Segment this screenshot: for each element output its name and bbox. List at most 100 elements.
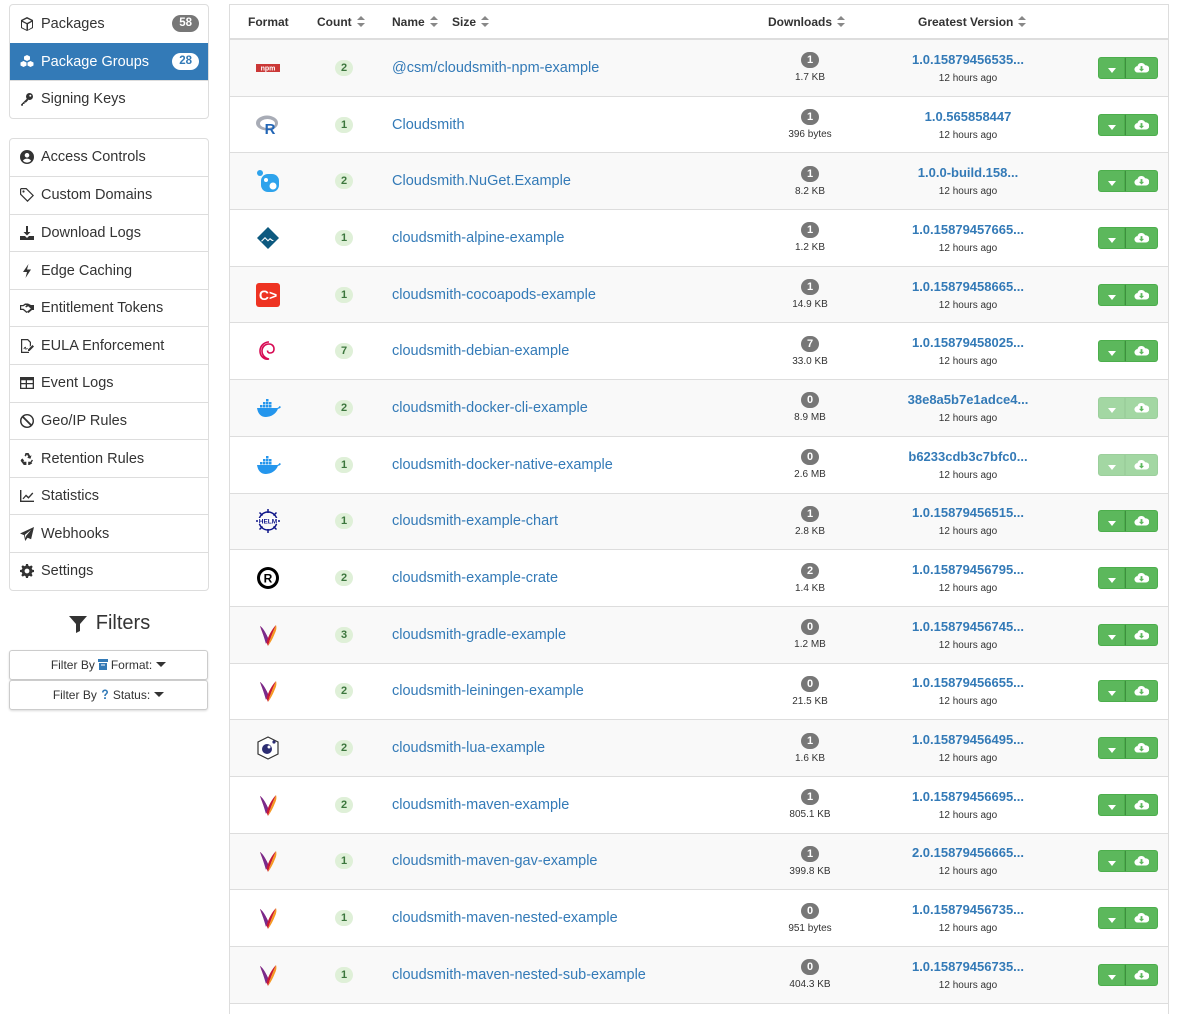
download-button[interactable] <box>1125 623 1158 646</box>
version-cell: 1.0.565858447 12 hours ago <box>888 97 1048 153</box>
dropdown-toggle-button[interactable] <box>1098 737 1125 760</box>
download-button[interactable] <box>1125 340 1158 363</box>
dropdown-toggle-button[interactable] <box>1098 907 1125 930</box>
download-button[interactable] <box>1125 226 1158 249</box>
package-group-link[interactable]: cloudsmith-maven-nested-sub-example <box>392 967 646 983</box>
version-link[interactable]: 2.0.15879456665... <box>912 845 1024 860</box>
version-link[interactable]: 1.0.565858447 <box>925 109 1012 124</box>
version-link[interactable]: 1.0.15879456515... <box>912 505 1024 520</box>
version-link[interactable]: 38e8a5b7e1adce4... <box>908 392 1029 407</box>
filter-status-button[interactable]: Filter By Status: <box>9 679 208 710</box>
sidebar-item-statistics[interactable]: Statistics <box>10 476 208 515</box>
dropdown-toggle-button[interactable] <box>1098 963 1125 986</box>
package-group-link[interactable]: cloudsmith-gradle-example <box>392 627 566 643</box>
package-group-link[interactable]: cloudsmith-maven-nested-example <box>392 910 618 926</box>
download-button[interactable] <box>1125 737 1158 760</box>
dropdown-toggle-button[interactable] <box>1098 170 1125 193</box>
size-text: 2.6 MB <box>794 469 826 481</box>
version-link[interactable]: 1.0.15879456495... <box>912 732 1024 747</box>
sidebar-item-webhooks[interactable]: Webhooks <box>10 514 208 552</box>
sidebar-item-event-logs[interactable]: Event Logs <box>10 364 208 402</box>
download-button[interactable] <box>1125 907 1158 930</box>
version-link[interactable]: 1.0.15879458025... <box>912 335 1024 350</box>
dropdown-toggle-button[interactable] <box>1098 113 1125 136</box>
timestamp: 12 hours ago <box>938 753 998 765</box>
package-group-link[interactable]: @csm/cloudsmith-npm-example <box>392 60 599 76</box>
dropdown-toggle-button[interactable] <box>1098 567 1125 590</box>
download-button[interactable] <box>1125 56 1158 79</box>
sidebar-item-geo-ip-rules[interactable]: Geo/IP Rules <box>10 401 208 440</box>
dropdown-toggle-button[interactable] <box>1098 793 1125 816</box>
package-group-link[interactable]: cloudsmith-example-crate <box>392 570 558 586</box>
dropdown-toggle-button[interactable] <box>1098 226 1125 249</box>
version-link[interactable]: 1.0.15879456735... <box>912 902 1024 917</box>
download-button[interactable] <box>1125 850 1158 873</box>
version-link[interactable]: 1.0.15879456735... <box>912 959 1024 974</box>
version-cell: 1.0.15879456795... 12 hours ago <box>888 550 1048 606</box>
package-group-link[interactable]: cloudsmith-alpine-example <box>392 230 564 246</box>
package-group-link[interactable]: cloudsmith-docker-native-example <box>392 457 613 473</box>
version-link[interactable]: 1.0.15879456745... <box>912 619 1024 634</box>
sidebar-item-edge-caching[interactable]: Edge Caching <box>10 251 208 289</box>
version-link[interactable]: 1.0.15879456655... <box>912 675 1024 690</box>
package-group-link[interactable]: Cloudsmith.NuGet.Example <box>392 173 571 189</box>
filter-format-button[interactable]: Filter By Format: <box>9 649 208 680</box>
header-count[interactable]: Count <box>317 15 365 29</box>
cloud-download-icon <box>1134 173 1150 189</box>
dropdown-toggle-button[interactable] <box>1098 283 1125 306</box>
version-link[interactable]: 1.0.0-build.158... <box>918 165 1018 180</box>
download-button[interactable] <box>1125 510 1158 533</box>
dropdown-toggle-button[interactable] <box>1098 396 1125 419</box>
sidebar-item-retention-rules[interactable]: Retention Rules <box>10 439 208 477</box>
dropdown-toggle-button[interactable] <box>1098 453 1125 476</box>
download-button[interactable] <box>1125 793 1158 816</box>
dropdown-toggle-button[interactable] <box>1098 680 1125 703</box>
dropdown-toggle-button[interactable] <box>1098 850 1125 873</box>
package-group-link[interactable]: cloudsmith-debian-example <box>392 343 569 359</box>
package-group-link[interactable]: Cloudsmith <box>392 117 465 133</box>
sidebar-item-custom-domains[interactable]: Custom Domains <box>10 176 208 214</box>
header-size[interactable]: Size <box>452 15 490 29</box>
table-row: 2 cloudsmith-docker-cli-example 0 8.9 MB 38e… <box>230 380 1168 437</box>
package-group-link[interactable]: cloudsmith-example-chart <box>392 513 558 529</box>
package-group-link[interactable]: cloudsmith-maven-example <box>392 797 569 813</box>
sidebar-item-packages[interactable]: Packages 58 <box>10 5 208 43</box>
download-button[interactable] <box>1125 453 1158 476</box>
download-button[interactable] <box>1125 963 1158 986</box>
download-button[interactable] <box>1125 283 1158 306</box>
version-link[interactable]: 1.0.15879457665... <box>912 222 1024 237</box>
sidebar-item-settings[interactable]: Settings <box>10 552 208 590</box>
cloud-download-icon <box>1134 740 1150 756</box>
header-downloads[interactable]: Downloads <box>768 15 846 29</box>
package-group-link[interactable]: cloudsmith-docker-cli-example <box>392 400 588 416</box>
package-group-link[interactable]: cloudsmith-maven-gav-example <box>392 853 598 869</box>
version-link[interactable]: 1.0.15879456795... <box>912 562 1024 577</box>
sidebar-item-access-controls[interactable]: Access Controls <box>10 139 208 177</box>
nuget-logo-icon <box>248 153 288 209</box>
sidebar-item-download-logs[interactable]: Download Logs <box>10 213 208 252</box>
download-button[interactable] <box>1125 113 1158 136</box>
sidebar-item-eula-enforcement[interactable]: EULA Enforcement <box>10 326 208 364</box>
package-group-link[interactable]: cloudsmith-cocoapods-example <box>392 287 596 303</box>
dropdown-toggle-button[interactable] <box>1098 56 1125 79</box>
package-group-link[interactable]: cloudsmith-leiningen-example <box>392 683 584 699</box>
timestamp: 12 hours ago <box>938 299 998 311</box>
download-button[interactable] <box>1125 680 1158 703</box>
download-button[interactable] <box>1125 567 1158 590</box>
sidebar-item-package-groups[interactable]: Package Groups 28 <box>10 42 208 80</box>
header-greatest-version[interactable]: Greatest Version <box>918 15 1027 29</box>
dropdown-toggle-button[interactable] <box>1098 623 1125 646</box>
version-link[interactable]: 1.0.15879456695... <box>912 789 1024 804</box>
header-name[interactable]: Name <box>392 15 438 29</box>
sidebar-item-entitlement-tokens[interactable]: Entitlement Tokens <box>10 288 208 327</box>
package-group-link[interactable]: cloudsmith-lua-example <box>392 740 545 756</box>
version-link[interactable]: b6233cdb3c7bfc0... <box>908 449 1027 464</box>
sidebar-item-signing-keys[interactable]: Signing Keys <box>10 80 208 118</box>
size-text: 21.5 KB <box>792 695 828 707</box>
download-button[interactable] <box>1125 170 1158 193</box>
version-link[interactable]: 1.0.15879456535... <box>912 52 1024 67</box>
version-link[interactable]: 1.0.15879458665... <box>912 279 1024 294</box>
dropdown-toggle-button[interactable] <box>1098 510 1125 533</box>
dropdown-toggle-button[interactable] <box>1098 340 1125 363</box>
download-button[interactable] <box>1125 396 1158 419</box>
